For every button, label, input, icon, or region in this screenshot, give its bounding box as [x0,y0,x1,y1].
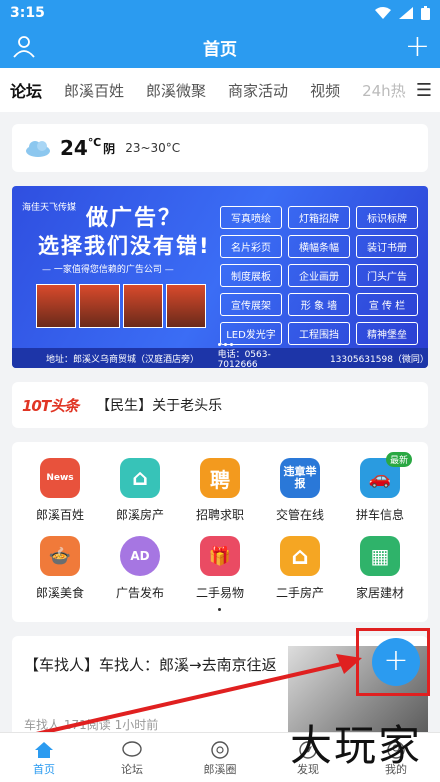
service-label: 招聘求职 [195,508,244,522]
tab-langxi-weiju[interactable]: 郎溪微聚 [146,80,206,101]
status-time: 3:15 [10,5,45,21]
app-header: 首页 + [0,26,440,68]
banner-headline-2: 选择我们没有错! [38,234,211,258]
service-label: 郎溪百姓 [35,508,84,522]
service-langxi-food[interactable]: 🍲 郎溪美食 [20,536,100,601]
service-grid: News 郎溪百姓 ⌂ 郎溪房产 聘 招聘求职 违章举报 交管在线 🚗 最新 拼车… [12,442,428,622]
news-ticker[interactable]: 10T头条 【民生】关于老头乐 [12,382,428,428]
nav-forum[interactable]: 论坛 [88,733,176,782]
service-label: 拼车信息 [355,508,404,522]
service-langxi-house[interactable]: ⌂ 郎溪房产 [100,458,180,523]
watermark: 大玩家 [290,721,423,770]
cloud-icon [26,141,50,157]
tab-langxi-baixing[interactable]: 郎溪百姓 [64,80,124,101]
recruit-icon: 聘 [200,458,240,498]
service-label: 郎溪房产 [115,508,164,522]
service-second-hand-house[interactable]: ⌂ 二手房产 [260,536,340,601]
tab-24h[interactable]: 24h热 [362,80,406,101]
banner-service: 写真喷绘 [220,206,282,229]
banner-service: 灯箱招牌 [288,206,350,229]
weather-condition: 阴 [103,141,116,156]
service-carpool[interactable]: 🚗 最新 拼车信息 [340,452,420,523]
tab-merchant-events[interactable]: 商家活动 [228,80,288,101]
food-icon: 🍲 [40,536,80,576]
service-label: 家居建材 [355,586,404,600]
banner-phone: 电话：0563-7012666 [217,349,271,369]
service-recruit[interactable]: 聘 招聘求职 [180,458,260,523]
banner-service: 装订书册 [356,235,418,258]
service-langxi-baixing[interactable]: News 郎溪百姓 [20,458,100,523]
banner-service-grid: 写真喷绘 灯箱招牌 标识标牌 名片彩页 横幅条幅 装订书册 制度展板 企业画册 … [220,206,420,345]
banner-mobile: 13305631598（微同） [329,354,428,365]
service-label: 二手易物 [195,586,244,600]
tab-video[interactable]: 视频 [310,80,340,101]
banner-address: 地址：郎溪义乌商贸城（汉庭酒店旁） [46,354,200,365]
carpool-icon: 🚗 最新 [360,452,412,498]
circle-icon [211,741,229,759]
banner-service: 工程围挡 [288,322,350,345]
category-tabs: 论坛 郎溪百姓 郎溪微聚 商家活动 视频 24h热 ☰ [0,68,440,112]
service-ad-publish[interactable]: AD 广告发布 [100,536,180,601]
nav-label: 论坛 [121,763,143,776]
service-label: 广告发布 [115,586,164,600]
weather-range: 23~30°C [125,141,181,155]
service-second-hand-goods[interactable]: 🎁 二手易物 [180,536,260,601]
nav-label: 郎溪圈 [203,763,237,776]
banner-service: 横幅条幅 [288,235,350,258]
banner-headline-1: 做广告？ [86,206,183,231]
banner-service: 宣传展架 [220,293,282,316]
home-icon: ⌂ [280,536,320,576]
tabs-menu-icon[interactable]: ☰ [416,80,432,101]
house-icon: ⌂ [120,458,160,498]
news-brand-logo: 10T头条 [22,396,79,415]
gift-icon: 🎁 [200,536,240,576]
service-label: 交管在线 [275,508,324,522]
chat-icon [122,741,142,757]
ad-banner[interactable]: 海佳天飞传媒 做广告？ 选择我们没有错! — 一家值得您信赖的广告公司 — 写真… [12,186,428,368]
service-home-materials[interactable]: ▦ 家居建材 [340,536,420,601]
news-icon: News [40,458,80,498]
add-icon[interactable]: + [405,32,430,62]
nav-langxi-circle[interactable]: 郎溪圈 [176,733,264,782]
floating-add-button[interactable]: + [372,638,420,686]
banner-service: 形 象 墙 [288,293,350,316]
service-traffic[interactable]: 违章举报 交管在线 [260,458,340,523]
home-nav-icon [35,742,53,758]
weather-unit: ℃ [87,136,102,149]
banner-service: 企业画册 [288,264,350,287]
banner-service: 制度展板 [220,264,282,287]
banner-footer: 地址：郎溪义乌商贸城（汉庭酒店旁） 电话：0563-7012666 133056… [12,348,428,368]
building-icon: ▦ [360,536,400,576]
banner-logo: 海佳天飞传媒 [22,203,77,213]
banner-service: 宣 传 栏 [356,293,418,316]
service-label: 二手房产 [275,586,324,600]
service-label: 郎溪美食 [35,586,84,600]
banner-service: LED发光字 [220,322,282,345]
page-title: 首页 [203,39,237,60]
service-pager-dot [218,608,221,611]
nav-label: 首页 [33,763,55,776]
banner-service: 门头广告 [356,264,418,287]
signal-icon [399,7,413,19]
banner-service: 名片彩页 [220,235,282,258]
user-icon[interactable] [12,34,36,58]
news-headline[interactable]: 【民生】关于老头乐 [96,395,222,415]
ad-icon: AD [120,536,160,576]
traffic-icon: 违章举报 [280,458,320,498]
status-bar: 3:15 [0,0,440,26]
weather-temp: 24℃ [60,136,102,160]
banner-photos [36,284,206,328]
new-badge: 最新 [385,452,412,467]
battery-icon [421,6,430,20]
status-icons [375,6,430,20]
nav-home[interactable]: 首页 [0,733,88,782]
banner-subline: — 一家值得您信赖的广告公司 — [42,265,174,275]
banner-service: 标识标牌 [356,206,418,229]
tab-forum[interactable]: 论坛 [10,78,42,102]
wifi-icon [375,7,391,19]
weather-card[interactable]: 24℃ 阴 23~30°C [12,124,428,172]
banner-service: 精神堡垒 [356,322,418,345]
